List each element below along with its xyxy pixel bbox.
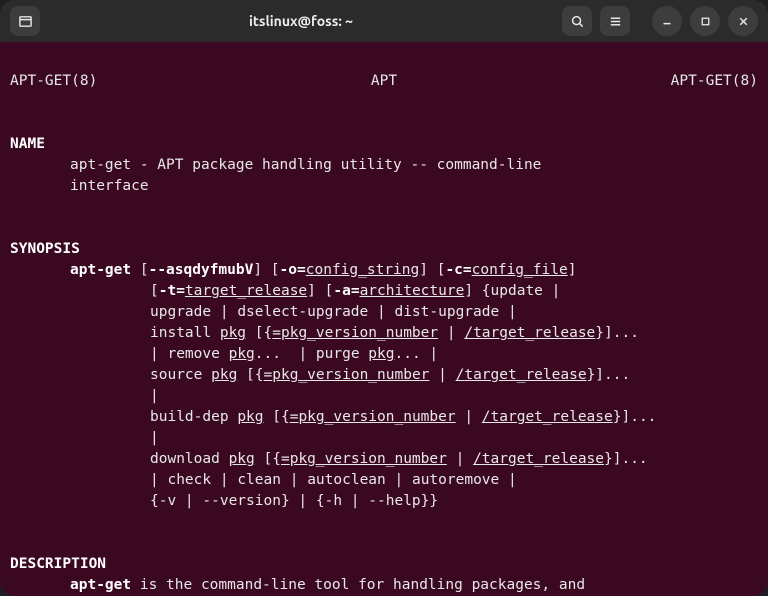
terminal-content[interactable]: APT-GET(8) APT APT-GET(8) NAME apt-get - A…	[0, 42, 768, 596]
maximize-button[interactable]	[690, 6, 720, 36]
section-description: DESCRIPTION	[10, 556, 106, 572]
menu-button[interactable]	[600, 6, 630, 36]
man-header: APT-GET(8) APT APT-GET(8)	[10, 71, 758, 92]
terminal-window: itslinux@foss: ~ APT-GET(8)APTAPT-GET(8)…	[0, 0, 768, 596]
window-title: itslinux@foss: ~	[48, 13, 554, 29]
description-text: apt-get is the command-line tool for han…	[10, 575, 610, 596]
minimize-button[interactable]	[652, 6, 682, 36]
man-header-right: APT-GET(8)	[671, 71, 758, 92]
synopsis-block: apt-get [--asqdyfmubV] [-o=config_string…	[10, 260, 758, 512]
close-button[interactable]	[728, 6, 758, 36]
titlebar: itslinux@foss: ~	[0, 0, 768, 42]
new-tab-button[interactable]	[10, 6, 40, 36]
section-synopsis: SYNOPSIS	[10, 241, 80, 257]
search-button[interactable]	[562, 6, 592, 36]
man-header-left: APT-GET(8)	[10, 71, 97, 92]
man-header-center: APT	[371, 71, 397, 92]
section-name: NAME	[10, 136, 45, 152]
name-text: apt-get - APT package handling utility -…	[10, 155, 550, 197]
